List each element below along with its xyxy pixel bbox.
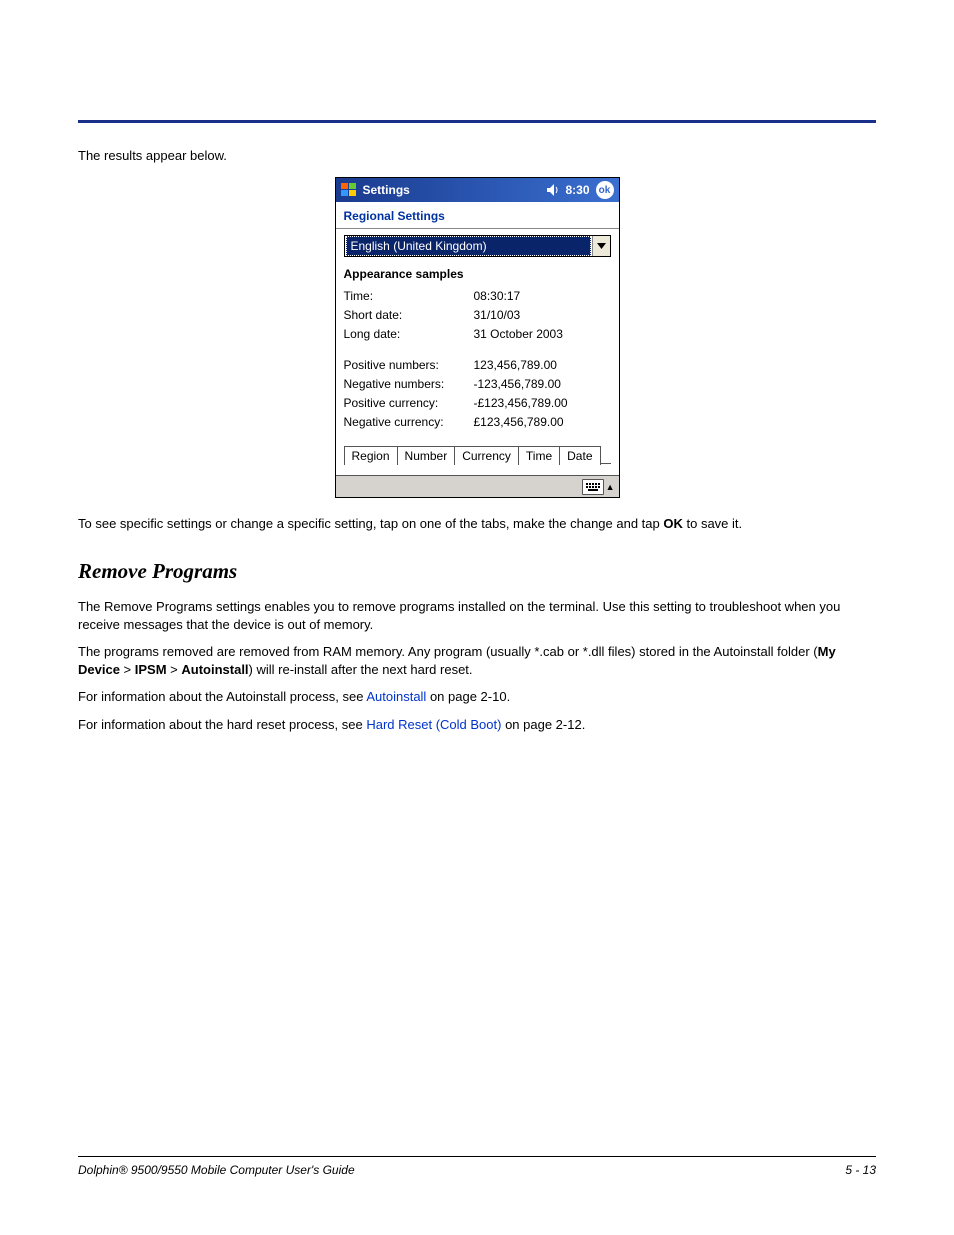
sample-row: Positive numbers: 123,456,789.00 xyxy=(344,358,611,372)
device-screenshot: Settings 8:30 ok Regional Settings Engli… xyxy=(335,177,620,498)
footer-left: Dolphin® 9500/9550 Mobile Computer User'… xyxy=(78,1163,355,1177)
value: 31/10/03 xyxy=(474,308,611,322)
caption-post: to save it. xyxy=(683,516,742,531)
value: 08:30:17 xyxy=(474,289,611,303)
label: Short date: xyxy=(344,308,474,322)
link-autoinstall[interactable]: Autoinstall xyxy=(366,689,426,704)
para-3: For information about the Autoinstall pr… xyxy=(78,688,876,706)
footer-rule xyxy=(78,1156,876,1157)
value: -£123,456,789.00 xyxy=(474,396,611,410)
sample-row: Short date: 31/10/03 xyxy=(344,308,611,322)
label: Negative numbers: xyxy=(344,377,474,391)
titlebar-title: Settings xyxy=(363,183,410,197)
screenshot-wrapper: Settings 8:30 ok Regional Settings Engli… xyxy=(78,177,876,498)
label: Negative currency: xyxy=(344,415,474,429)
footer-right: 5 - 13 xyxy=(845,1163,876,1177)
locale-combobox[interactable]: English (United Kingdom) xyxy=(344,235,611,257)
locale-selected: English (United Kingdom) xyxy=(346,236,591,256)
value: 123,456,789.00 xyxy=(474,358,611,372)
intro-text: The results appear below. xyxy=(78,148,876,163)
label: Long date: xyxy=(344,327,474,341)
sample-row: Negative currency: £123,456,789.00 xyxy=(344,415,611,429)
clock-text: 8:30 xyxy=(565,183,589,197)
titlebar: Settings 8:30 ok xyxy=(336,178,619,202)
chevron-down-icon[interactable] xyxy=(592,236,610,256)
tab-strip: Region Number Currency Time Date xyxy=(344,446,611,465)
label: Time: xyxy=(344,289,474,303)
page-content: The results appear below. Settings xyxy=(78,148,876,743)
tab-region[interactable]: Region xyxy=(344,446,398,465)
sip-up-icon[interactable]: ▲ xyxy=(606,482,615,492)
sip-bar: ▲ xyxy=(336,475,619,497)
tab-number[interactable]: Number xyxy=(397,446,456,465)
keyboard-icon[interactable] xyxy=(582,479,604,495)
para-2: The programs removed are removed from RA… xyxy=(78,643,876,678)
label: Positive numbers: xyxy=(344,358,474,372)
section-title: Regional Settings xyxy=(336,202,619,228)
windows-logo-icon xyxy=(341,183,357,197)
samples-heading: Appearance samples xyxy=(344,267,611,281)
sample-row: Negative numbers: -123,456,789.00 xyxy=(344,377,611,391)
ok-button[interactable]: ok xyxy=(596,181,614,199)
tab-time[interactable]: Time xyxy=(518,446,560,465)
label: Positive currency: xyxy=(344,396,474,410)
tab-currency[interactable]: Currency xyxy=(454,446,519,465)
sample-row: Long date: 31 October 2003 xyxy=(344,327,611,341)
caption-text: To see specific settings or change a spe… xyxy=(78,516,876,531)
body-area: English (United Kingdom) Appearance samp… xyxy=(336,229,619,475)
caption-pre: To see specific settings or change a spe… xyxy=(78,516,663,531)
value: -123,456,789.00 xyxy=(474,377,611,391)
para-4: For information about the hard reset pro… xyxy=(78,716,876,734)
page-footer: Dolphin® 9500/9550 Mobile Computer User'… xyxy=(78,1163,876,1177)
para-1: The Remove Programs settings enables you… xyxy=(78,598,876,633)
value: 31 October 2003 xyxy=(474,327,611,341)
tab-date[interactable]: Date xyxy=(559,446,600,465)
value: £123,456,789.00 xyxy=(474,415,611,429)
sample-row: Positive currency: -£123,456,789.00 xyxy=(344,396,611,410)
sample-row: Time: 08:30:17 xyxy=(344,289,611,303)
caption-bold: OK xyxy=(663,516,683,531)
top-rule xyxy=(78,120,876,123)
speaker-icon[interactable] xyxy=(547,184,561,196)
heading-remove-programs: Remove Programs xyxy=(78,559,876,584)
link-hard-reset[interactable]: Hard Reset (Cold Boot) xyxy=(366,717,501,732)
